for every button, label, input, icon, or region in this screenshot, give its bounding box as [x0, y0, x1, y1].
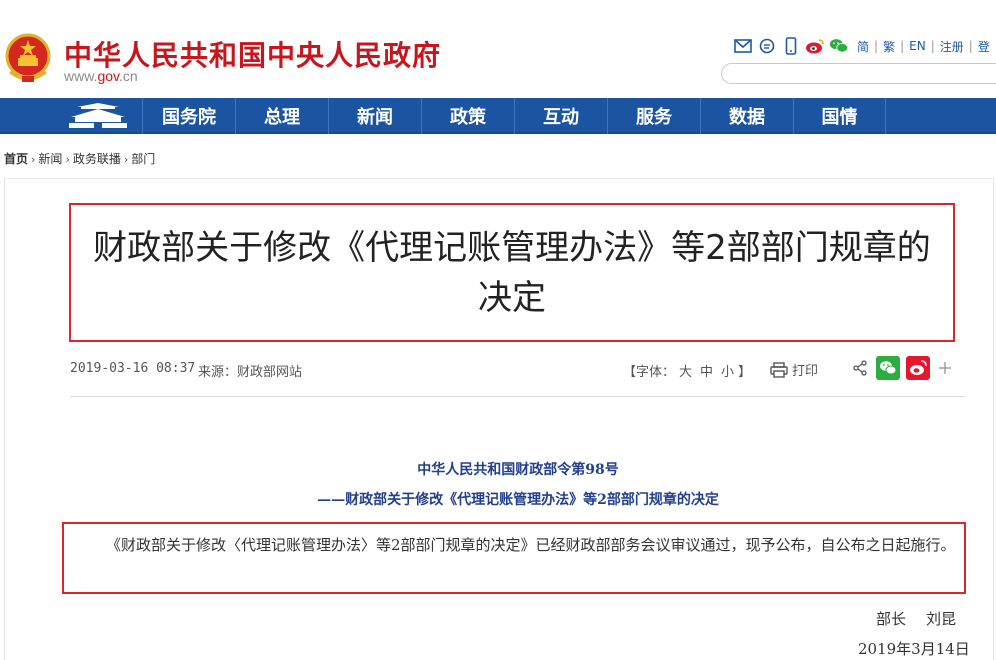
breadcrumb-separator: › — [123, 153, 129, 166]
article-title: 财政部关于修改《代理记账管理办法》等2部部门规章的决定 — [93, 228, 931, 318]
printer-icon — [770, 361, 788, 378]
breadcrumb-separator: › — [31, 153, 36, 166]
nav-home-button[interactable] — [54, 98, 142, 134]
signer: 部长 刘昆 — [876, 608, 956, 629]
nav-item-data[interactable]: 数据 — [700, 98, 793, 134]
document-subtitle: ——财政部关于修改《代理记账管理办法》等2部部门规章的决定 — [317, 492, 719, 508]
mobile-icon[interactable] — [781, 37, 801, 55]
site-url-prefix: www. — [64, 68, 98, 84]
header-tools: 简 | 繁 | EN | 注册 | 登 — [733, 35, 990, 57]
tiananmen-icon — [69, 103, 127, 128]
font-size-end: 】 — [738, 365, 752, 380]
weibo-share-icon[interactable] — [906, 356, 930, 380]
lang-separator: | — [930, 39, 935, 53]
nav-item-state-council[interactable]: 国务院 — [142, 98, 235, 134]
article-meta: 2019-03-16 08:37 来源：财政部网站 【字体：大中小】 打印 — [70, 356, 965, 383]
document-number: 中华人民共和国财政部令第98号 — [417, 462, 619, 478]
wechat-icon[interactable] — [829, 37, 849, 55]
mail-icon[interactable] — [733, 37, 753, 55]
meta-divider — [70, 396, 965, 397]
signer-name: 刘昆 — [926, 610, 957, 628]
site-url-domain: gov — [97, 68, 119, 84]
nav-item-interaction[interactable]: 互动 — [514, 98, 607, 134]
register-link[interactable]: 注册 — [940, 38, 964, 55]
print-label: 打印 — [792, 364, 819, 379]
lang-separator: | — [900, 39, 905, 53]
breadcrumb-department[interactable]: 部门 — [131, 152, 155, 166]
breadcrumb-news[interactable]: 新闻 — [38, 152, 62, 166]
publish-date: 2019-03-16 08:37 — [70, 361, 196, 376]
breadcrumb-separator: › — [65, 153, 70, 166]
lang-separator: | — [968, 39, 973, 53]
nav-item-policy[interactable]: 政策 — [421, 98, 514, 134]
language-links: 简 | 繁 | EN | 注册 | 登 — [857, 38, 990, 55]
site-url-suffix: .cn — [119, 68, 138, 84]
title-highlight-box: 财政部关于修改《代理记账管理办法》等2部部门规章的决定 — [69, 203, 955, 342]
font-size-control: 【字体：大中小】 — [623, 361, 751, 380]
breadcrumb-home[interactable]: 首页 — [4, 152, 28, 166]
font-size-large[interactable]: 大 — [679, 365, 692, 380]
site-header: 中华人民共和国中央人民政府 www.gov.cn 简 | 繁 | EN | 注册… — [0, 0, 996, 98]
font-size-small[interactable]: 小 — [721, 365, 734, 380]
nav-item-services[interactable]: 服务 — [607, 98, 700, 134]
nav-item-news[interactable]: 新闻 — [328, 98, 421, 134]
search-input[interactable] — [721, 63, 996, 84]
main-nav: 国务院 总理 新闻 政策 互动 服务 数据 国情 — [0, 98, 996, 134]
breadcrumb-gov-broadcast[interactable]: 政务联播 — [73, 152, 121, 166]
nav-item-premier[interactable]: 总理 — [235, 98, 328, 134]
breadcrumb: 首页 › 新闻 › 政务联播 › 部门 — [4, 150, 155, 167]
article-source: 来源：财政部网站 — [198, 361, 302, 380]
weibo-icon[interactable] — [805, 37, 825, 55]
sign-date: 2019年3月14日 — [858, 640, 970, 658]
nav-item-national-info[interactable]: 国情 — [793, 98, 886, 134]
nav-items: 国务院 总理 新闻 政策 互动 服务 数据 国情 — [142, 98, 886, 134]
share-icon[interactable] — [852, 360, 868, 376]
font-size-medium[interactable]: 中 — [700, 365, 713, 380]
lang-link-simplified[interactable]: 简 — [857, 38, 869, 55]
font-size-label: 【字体： — [623, 365, 676, 380]
source-label: 来源： — [198, 365, 238, 380]
site-url[interactable]: www.gov.cn — [64, 68, 138, 84]
national-emblem-icon[interactable] — [4, 32, 52, 84]
article-paragraph: 《财政部关于修改〈代理记账管理办法〉等2部部门规章的决定》已经财政部部务会议审议… — [106, 536, 956, 554]
lang-link-traditional[interactable]: 繁 — [883, 38, 895, 55]
print-button[interactable]: 打印 — [770, 360, 818, 379]
plus-icon[interactable] — [938, 361, 952, 375]
paragraph-highlight-box: 《财政部关于修改〈代理记账管理办法〉等2部部门规章的决定》已经财政部部务会议审议… — [62, 522, 966, 594]
source-name[interactable]: 财政部网站 — [237, 365, 302, 380]
share-bar — [852, 356, 952, 380]
chat-icon[interactable] — [757, 37, 777, 55]
lang-link-english[interactable]: EN — [909, 39, 926, 53]
login-link[interactable]: 登 — [978, 38, 990, 55]
signer-title: 部长 — [876, 610, 907, 628]
lang-separator: | — [874, 39, 879, 53]
wechat-share-icon[interactable] — [876, 356, 900, 380]
